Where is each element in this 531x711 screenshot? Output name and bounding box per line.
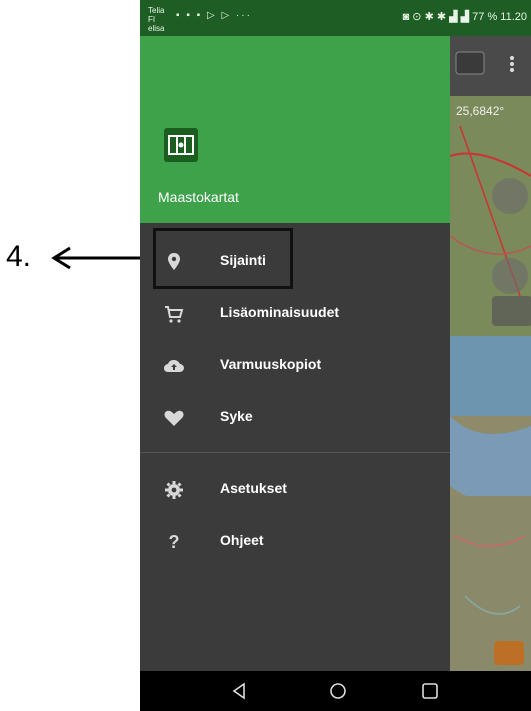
menu-item-label: Asetukset (220, 480, 287, 496)
notification-icons: ▪ ▪ ▪ ▷ ▷ ··· (176, 10, 252, 21)
heart-icon (162, 406, 186, 430)
carrier-label: Telia FI elisa (148, 6, 165, 33)
phone-screen: Telia FI elisa ▪ ▪ ▪ ▷ ▷ ··· ◙ ⊙ ✱ ✱ ▟ ▟… (140, 0, 531, 711)
status-bar: Telia FI elisa ▪ ▪ ▪ ▷ ▷ ··· ◙ ⊙ ✱ ✱ ▟ ▟… (140, 0, 531, 36)
menu-item-varmuuskopiot[interactable]: Varmuuskopiot (140, 340, 450, 392)
menu-item-lisaominaisuudet[interactable]: Lisäominaisuudet (140, 288, 450, 340)
step-number-label: 4. (6, 240, 32, 273)
question-icon: ? (168, 532, 180, 552)
map-coordinate-readout: 25,6842° (456, 104, 505, 118)
highlight-box (153, 228, 293, 289)
navigation-drawer: Maastokartat Sijainti Lisäominaisuudet V… (140, 36, 450, 671)
drawer-header: Maastokartat (140, 36, 450, 223)
menu-item-label: Ohjeet (220, 532, 264, 548)
menu-item-ohjeet[interactable]: ? Ohjeet (140, 516, 450, 568)
cloud-upload-icon (162, 354, 186, 378)
back-icon[interactable] (228, 679, 252, 703)
gear-icon (162, 478, 186, 502)
menu-item-asetukset[interactable]: Asetukset (140, 464, 450, 516)
signal-icons: ◙ ⊙ ✱ ✱ ▟ ▟ (402, 11, 473, 23)
recents-icon[interactable] (418, 679, 442, 703)
system-navigation-bar (140, 671, 531, 711)
map-logo-icon (164, 128, 198, 162)
status-right: ◙ ⊙ ✱ ✱ ▟ ▟ 77 % 11.20 (403, 10, 527, 23)
menu-item-label: Lisäominaisuudet (220, 304, 340, 320)
menu-divider (140, 452, 450, 453)
home-icon[interactable] (326, 679, 350, 703)
battery-time: 77 % 11.20 (472, 11, 527, 23)
menu-item-label: Varmuuskopiot (220, 356, 322, 372)
map-view[interactable]: 25,6842° (450, 36, 531, 671)
map-graphics (450, 36, 531, 671)
cart-icon (162, 302, 186, 326)
menu-item-syke[interactable]: Syke (140, 392, 450, 444)
app-title: Maastokartat (158, 189, 239, 205)
menu-item-label: Syke (220, 408, 253, 424)
